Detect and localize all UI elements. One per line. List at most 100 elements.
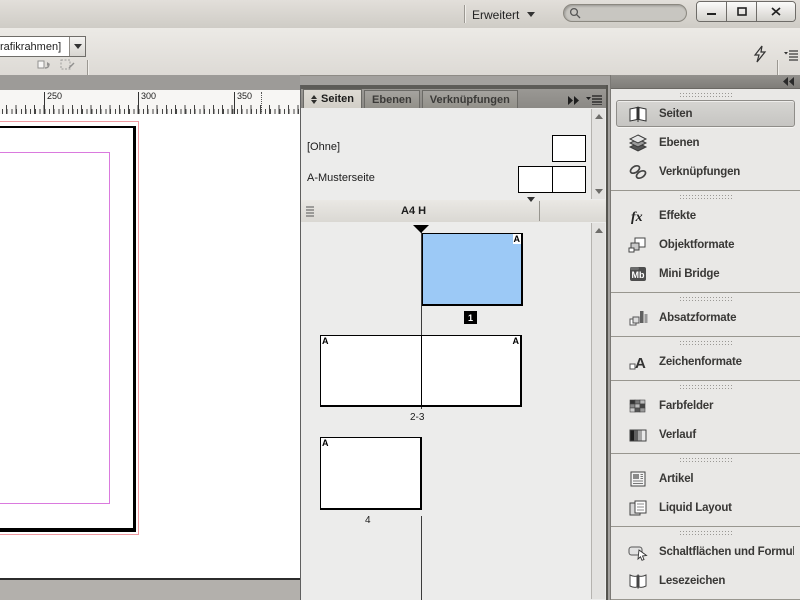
master-thumb-a-musterseite[interactable] bbox=[518, 166, 586, 193]
master-name[interactable]: [Ohne] bbox=[307, 141, 340, 153]
close-button[interactable] bbox=[757, 2, 795, 21]
scroll-down-button[interactable] bbox=[594, 187, 603, 196]
pages-list: A 1 A A 2-3 A 4 bbox=[301, 222, 606, 600]
maximize-button[interactable] bbox=[727, 2, 757, 21]
pages-panel: Seiten Ebenen Verknüpfungen [Ohne] A-Mus… bbox=[300, 85, 608, 600]
dock-item-artikel[interactable]: Artikel bbox=[616, 465, 795, 492]
indesign-window: Erweitert rafikrahmen] 250 300 350 Seite… bbox=[0, 0, 800, 600]
fx-effects-icon: fx bbox=[626, 207, 650, 225]
ruler-major-tick bbox=[138, 92, 139, 114]
pages-icon bbox=[626, 105, 650, 123]
dock-item-schaltfl-chen-und-formulare[interactable]: Schaltflächen und Formulare bbox=[616, 538, 795, 565]
lightning-icon bbox=[753, 45, 767, 63]
dock-item-label: Objektformate bbox=[659, 238, 735, 251]
group-gripper[interactable] bbox=[679, 341, 732, 346]
pages-scrollbar[interactable] bbox=[591, 223, 605, 599]
bookmarks-icon bbox=[626, 572, 650, 590]
dock-groups: Seiten Ebenen Verknüpfungen fx Effekte Objekt… bbox=[611, 89, 800, 600]
panel-menu-button[interactable] bbox=[784, 48, 798, 66]
ruler-label: 250 bbox=[47, 91, 63, 101]
layers-icon bbox=[626, 133, 650, 152]
dock-item-absatzformate[interactable]: Absatzformate bbox=[616, 304, 795, 331]
search-input[interactable] bbox=[563, 4, 687, 22]
dock-item-seiten[interactable]: Seiten bbox=[616, 100, 795, 127]
title-bar: Erweitert bbox=[0, 0, 800, 29]
master-name[interactable]: A-Musterseite bbox=[307, 172, 375, 184]
spine-line bbox=[421, 516, 422, 600]
quick-apply-button[interactable] bbox=[752, 45, 768, 68]
masters-scrollbar[interactable] bbox=[591, 109, 605, 199]
dock-item-verkn-pfungen[interactable]: Verknüpfungen bbox=[616, 158, 795, 185]
dock-group: fx Effekte Objektformate Mb Mini Bridge bbox=[611, 191, 800, 293]
override-buttons bbox=[36, 58, 75, 71]
ruler-cursor-indicator bbox=[261, 92, 262, 112]
page-number-2-3[interactable]: 2-3 bbox=[410, 412, 424, 423]
master-spread-divider bbox=[519, 167, 553, 192]
group-gripper[interactable] bbox=[679, 385, 732, 390]
chevron-down-icon[interactable] bbox=[527, 197, 535, 220]
panel-dock: Seiten Ebenen Verknüpfungen fx Effekte Objekt… bbox=[610, 75, 800, 600]
ruler-major-tick bbox=[44, 92, 45, 114]
dock-item-label: Absatzformate bbox=[659, 311, 737, 324]
selected-page-indicator bbox=[413, 225, 429, 233]
dock-item-verlauf[interactable]: Verlauf bbox=[616, 421, 795, 448]
clear-overrides-button[interactable] bbox=[59, 58, 75, 71]
dock-group: Schaltflächen und Formulare Lesezeichen bbox=[611, 527, 800, 600]
buttons-forms-icon bbox=[626, 543, 650, 561]
update-link-button[interactable] bbox=[36, 58, 52, 71]
tab-seiten[interactable]: Seiten bbox=[303, 89, 363, 108]
dock-item-objektformate[interactable]: Objektformate bbox=[616, 231, 795, 258]
dock-item-farbfelder[interactable]: Farbfelder bbox=[616, 392, 795, 419]
tab-ebenen[interactable]: Ebenen bbox=[364, 90, 420, 108]
combo-dropdown-button[interactable] bbox=[69, 37, 85, 56]
articles-icon bbox=[626, 470, 650, 488]
svg-text:A: A bbox=[635, 355, 646, 371]
dock-group: Seiten Ebenen Verknüpfungen bbox=[611, 89, 800, 191]
scroll-up-button[interactable] bbox=[594, 226, 603, 235]
page-number-1[interactable]: 1 bbox=[464, 311, 477, 324]
horizontal-ruler: 250 300 350 bbox=[0, 90, 300, 115]
dock-item-lesezeichen[interactable]: Lesezeichen bbox=[616, 567, 795, 594]
object-styles-icon bbox=[626, 236, 650, 254]
workspace-switcher[interactable]: Erweitert bbox=[472, 6, 536, 23]
pasteboard[interactable] bbox=[0, 114, 300, 578]
dock-item-liquid-layout[interactable]: Liquid Layout bbox=[616, 494, 795, 521]
document-area: 250 300 350 bbox=[0, 75, 300, 600]
group-gripper[interactable] bbox=[679, 195, 732, 200]
expand-dock-icon[interactable] bbox=[782, 77, 795, 86]
page-thumb-4[interactable]: A bbox=[320, 437, 422, 510]
tab-verknuepfungen[interactable]: Verknüpfungen bbox=[421, 90, 518, 108]
page-thumb-1[interactable]: A bbox=[422, 233, 523, 306]
minimize-button[interactable] bbox=[697, 2, 727, 21]
page-thumb-2-3[interactable]: A A bbox=[320, 335, 522, 407]
scroll-up-button[interactable] bbox=[594, 112, 603, 121]
master-apply-bar[interactable]: A4 H bbox=[301, 197, 606, 223]
panel-menu-icon bbox=[784, 50, 798, 61]
group-gripper[interactable] bbox=[679, 297, 732, 302]
workspace-label: Erweitert bbox=[472, 7, 520, 22]
liquid-layout-icon bbox=[626, 499, 650, 517]
dock-item-effekte[interactable]: fx Effekte bbox=[616, 202, 795, 229]
dock-item-ebenen[interactable]: Ebenen bbox=[616, 129, 795, 156]
group-gripper[interactable] bbox=[679, 531, 732, 536]
frame-format-value: rafikrahmen] bbox=[0, 40, 62, 53]
search-icon bbox=[569, 7, 581, 19]
masters-list: [Ohne] A-Musterseite bbox=[301, 108, 606, 201]
master-thumb-ohne[interactable] bbox=[552, 135, 586, 162]
svg-text:fx: fx bbox=[631, 210, 643, 225]
master-badge: A bbox=[321, 336, 330, 346]
frame-format-combo[interactable]: rafikrahmen] bbox=[0, 36, 86, 57]
chevron-down-icon bbox=[73, 44, 82, 49]
tab-label: Seiten bbox=[321, 93, 355, 105]
swatches-icon bbox=[626, 397, 650, 415]
group-gripper[interactable] bbox=[679, 93, 732, 98]
dock-item-zeichenformate[interactable]: A Zeichenformate bbox=[616, 348, 795, 375]
group-gripper[interactable] bbox=[679, 458, 732, 463]
ruler-label: 350 bbox=[237, 91, 253, 101]
dock-item-label: Lesezeichen bbox=[659, 574, 726, 587]
chevron-down-icon bbox=[527, 12, 536, 17]
dock-item-mini-bridge[interactable]: Mb Mini Bridge bbox=[616, 260, 795, 287]
collapse-panel-icon[interactable] bbox=[567, 95, 580, 105]
panel-menu-icon[interactable] bbox=[586, 95, 602, 105]
page-number-4[interactable]: 4 bbox=[365, 515, 371, 526]
